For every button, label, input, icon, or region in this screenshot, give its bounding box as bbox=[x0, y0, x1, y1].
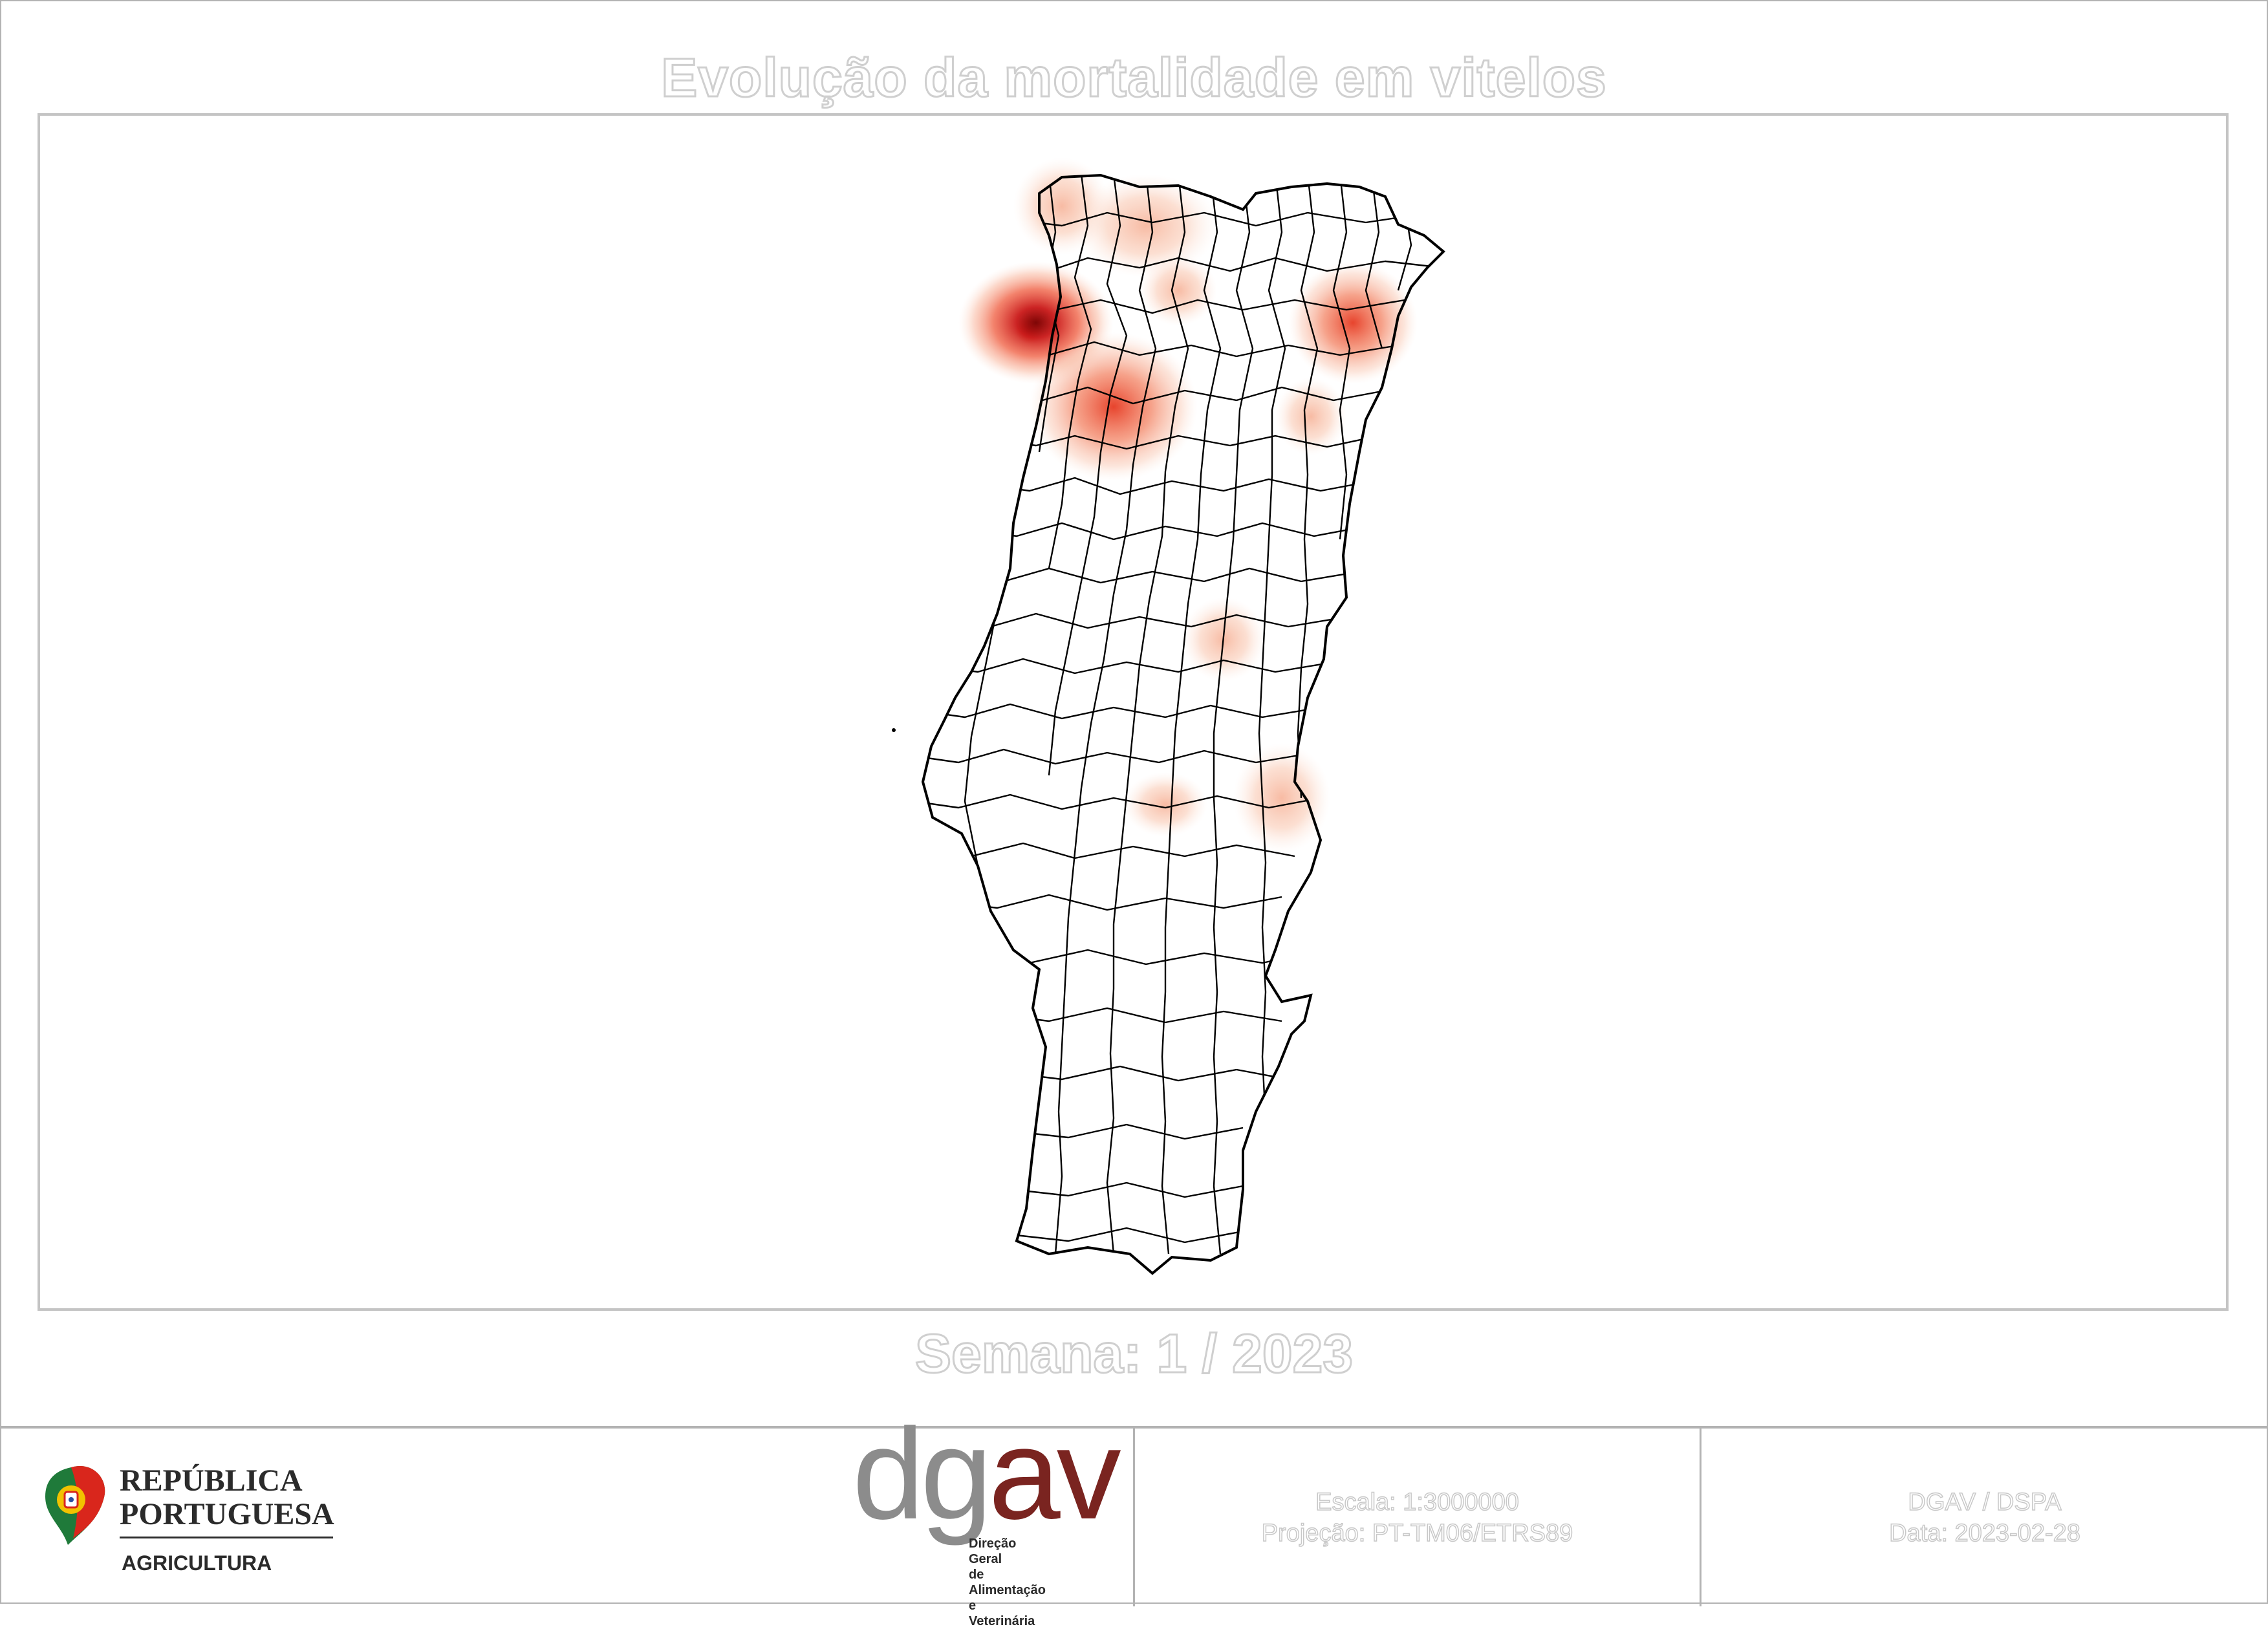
berlengas-island bbox=[892, 728, 896, 732]
dgav-wordmark-av: av bbox=[988, 1402, 1121, 1546]
date-text: Data: 2023-02-28 bbox=[1888, 1519, 2080, 1548]
republica-line1: REPÚBLICA bbox=[120, 1463, 303, 1498]
dgav-name-line1: Direção Geral bbox=[969, 1537, 1017, 1566]
author-text: DGAV / DSPA bbox=[1908, 1488, 2062, 1516]
republica-portuguesa-logo-icon bbox=[45, 1466, 105, 1545]
republica-divider bbox=[120, 1537, 333, 1538]
republica-line2: PORTUGUESA bbox=[120, 1497, 334, 1531]
map-metadata-left: Escala: 1:3000000 Projeção: PT-TM06/ETRS… bbox=[1135, 1487, 1700, 1549]
footer-bar: REPÚBLICA PORTUGUESA AGRICULTURA Escala:… bbox=[0, 1426, 2268, 1606]
dgav-name-line2: de Alimentação bbox=[969, 1568, 1046, 1597]
map-frame bbox=[38, 113, 2229, 1311]
scale-text: Escala: 1:3000000 bbox=[1315, 1488, 1519, 1516]
hotspot-serta bbox=[1123, 772, 1207, 837]
dgav-wordmark: dgav bbox=[852, 1410, 1121, 1539]
map-title: Evolução da mortalidade em vitelos bbox=[660, 47, 1607, 109]
dgav-name-line3: e Veterinária bbox=[969, 1599, 1035, 1628]
dgav-wordmark-dg: dg bbox=[852, 1402, 992, 1546]
hotspot-castelo-branco bbox=[1233, 743, 1330, 853]
department-name: AGRICULTURA bbox=[122, 1551, 272, 1575]
dgav-fullname: Direção Geral de Alimentação e Veterinár… bbox=[969, 1536, 1046, 1629]
republica-name: REPÚBLICA PORTUGUESA bbox=[120, 1464, 334, 1531]
week-label: Semana: 1 / 2023 bbox=[914, 1322, 1354, 1385]
map-metadata-right: DGAV / DSPA Data: 2023-02-28 bbox=[1701, 1487, 2268, 1549]
projection-text: Projeção: PT-TM06/ETRS89 bbox=[1261, 1519, 1573, 1548]
portugal-heatmap bbox=[892, 158, 1445, 1275]
